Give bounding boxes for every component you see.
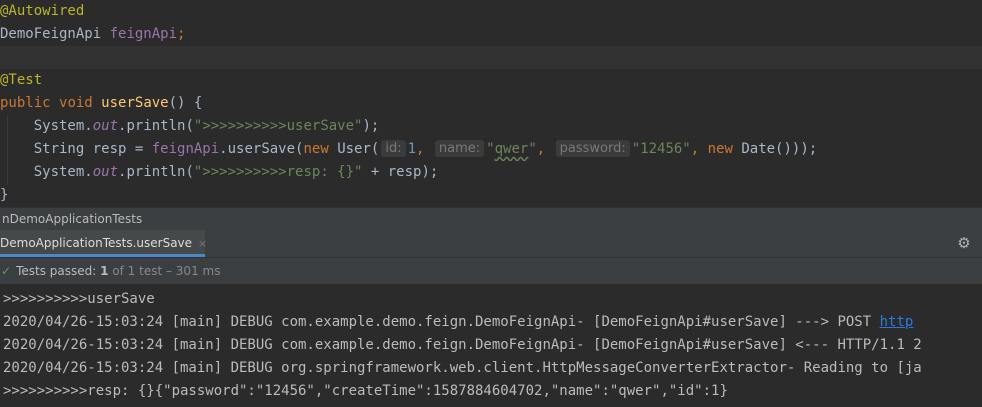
- usersave-call: .userSave(: [219, 141, 304, 157]
- semicolon: ;: [177, 26, 186, 42]
- tab-usersave[interactable]: DemoApplicationTests.userSave ×: [0, 230, 207, 257]
- close-icon[interactable]: ×: [198, 237, 207, 250]
- keyword-new: new: [303, 141, 329, 157]
- field-name: feignApi: [109, 26, 178, 42]
- user-constructor: User(: [328, 141, 380, 157]
- keyword-void: void: [59, 95, 93, 111]
- keyword-public: public: [0, 95, 51, 111]
- status-count: 1: [100, 264, 109, 278]
- number-literal: 1: [407, 141, 417, 157]
- code-line-8[interactable]: System.out.println(">>>>>>>>>>resp: {}" …: [0, 161, 982, 184]
- comma: ,: [690, 141, 708, 157]
- out-field: out: [92, 164, 119, 180]
- status-detail: of 1 test – 301 ms: [112, 264, 221, 278]
- code-line-2[interactable]: DemoFeignApi feignApi;: [0, 23, 982, 46]
- string-quote: ": [528, 141, 537, 157]
- println-call: .println(: [118, 164, 194, 180]
- run-config-name: nDemoApplicationTests: [2, 212, 143, 226]
- console-line: 2020/04/26-15:03:24 [main] DEBUG com.exa…: [3, 311, 982, 334]
- code-line-7[interactable]: String resp = feignApi.userSave(new User…: [0, 138, 982, 161]
- console-line: >>>>>>>>>>resp: {}{"password":"12456","c…: [3, 383, 728, 399]
- param-hint-id: id:: [381, 140, 406, 157]
- string-quote: ": [486, 141, 495, 157]
- annotation-autowired: @Autowired: [0, 3, 85, 19]
- code-line-5[interactable]: public void userSave() {: [0, 92, 982, 115]
- comma: ,: [536, 141, 546, 157]
- method-params: () {: [168, 95, 203, 111]
- string-literal: ">>>>>>>>>>resp: {}": [193, 164, 363, 180]
- run-tool-window-title[interactable]: nDemoApplicationTests: [0, 207, 982, 230]
- code-line-6[interactable]: System.out.println(">>>>>>>>>>userSave")…: [0, 115, 982, 138]
- param-hint-password: password:: [555, 140, 630, 157]
- string-literal-name: qwer: [494, 141, 529, 157]
- field-name: feignApi: [151, 141, 220, 157]
- method-name: userSave: [101, 95, 169, 111]
- console-link[interactable]: http: [880, 314, 914, 330]
- gear-icon[interactable]: ⚙: [956, 235, 972, 251]
- check-icon: ✓: [1, 264, 12, 278]
- code-line-3-caret[interactable]: [0, 46, 982, 69]
- resp-declaration: String resp =: [33, 141, 152, 157]
- console-line: >>>>>>>>>>userSave: [3, 291, 155, 307]
- tab-label: DemoApplicationTests.userSave: [0, 236, 193, 250]
- comma: ,: [416, 141, 425, 157]
- code-editor[interactable]: @Autowired DemoFeignApi feignApi; @Test …: [0, 0, 982, 207]
- code-line-1[interactable]: @Autowired: [0, 0, 982, 23]
- statement-end: );: [362, 118, 380, 134]
- type-name: DemoFeignApi: [0, 26, 102, 42]
- status-prefix: Tests passed:: [16, 264, 97, 278]
- console-line: 2020/04/26-15:03:24 [main] DEBUG org.spr…: [3, 360, 922, 376]
- keyword-new: new: [707, 141, 733, 157]
- system-class: System.: [33, 118, 93, 134]
- out-field: out: [92, 118, 119, 134]
- console-line: 2020/04/26-15:03:24 [main] DEBUG com.exa…: [3, 337, 922, 353]
- closing-brace: }: [0, 187, 9, 203]
- statement-end: + resp);: [362, 164, 439, 180]
- system-class: System.: [33, 164, 93, 180]
- code-line-4[interactable]: @Test: [0, 69, 982, 92]
- run-tabs: DemoApplicationTests.userSave × ⚙: [0, 230, 982, 258]
- console-output[interactable]: >>>>>>>>>>userSave 2020/04/26-15:03:24 […: [0, 288, 982, 407]
- annotation-test: @Test: [0, 72, 43, 88]
- param-hint-name: name:: [434, 140, 485, 157]
- println-call: .println(: [118, 118, 194, 134]
- code-line-9[interactable]: }: [0, 184, 982, 207]
- console-text: 2020/04/26-15:03:24 [main] DEBUG com.exa…: [3, 314, 880, 330]
- date-constructor: Date()));: [732, 141, 818, 157]
- string-literal: ">>>>>>>>>>userSave": [193, 118, 363, 134]
- string-literal-password: "12456": [631, 141, 691, 157]
- test-status-bar: ✓ Tests passed: 1 of 1 test – 301 ms: [0, 258, 982, 285]
